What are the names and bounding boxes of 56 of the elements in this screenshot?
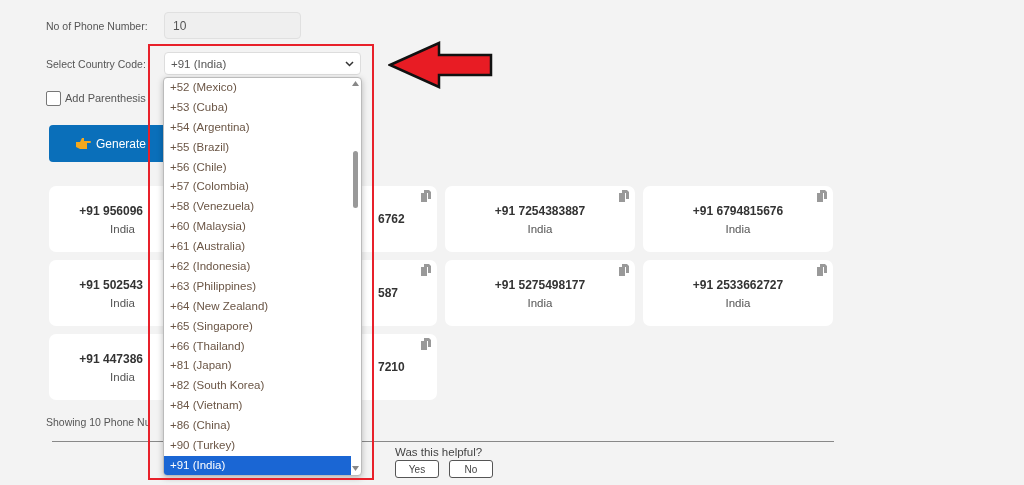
copy-icon[interactable] [421,264,431,276]
country-name: India [527,296,553,309]
dropdown-option[interactable]: +62 (Indonesia) [164,257,351,277]
phone-number: 587 [378,286,399,300]
phone-number: +91 502543 [79,277,143,292]
dropdown-option[interactable]: +52 (Mexico) [164,78,351,98]
dropdown-option[interactable]: +61 (Australia) [164,237,351,257]
count-input[interactable]: 10 [164,12,301,39]
chevron-down-icon [345,60,354,67]
feedback-button[interactable]: No [449,460,493,478]
phone-number: +91 447386 [79,351,143,366]
scrollbar-thumb[interactable] [353,151,358,208]
phone-number: +91 5275498177 [494,277,586,292]
dropdown-option[interactable]: +81 (Japan) [164,356,351,377]
dropdown-option[interactable]: +91 (India) [164,455,351,475]
country-name: India [110,222,135,235]
country-name: India [725,222,751,235]
dropdown-option[interactable]: +65 (Singapore) [164,316,351,337]
field-label: No of Phone Number: [46,19,149,32]
copy-icon[interactable] [421,338,431,350]
country-name: India [725,296,751,309]
phone-number: +91 7254383887 [494,203,586,218]
dropdown-option[interactable]: +82 (South Korea) [164,376,351,397]
field-label: Select Country Code: [46,57,147,70]
phone-number: 7210 [378,360,405,374]
phone-number: +91 956096 [79,203,143,218]
dropdown-option[interactable]: +60 (Malaysia) [164,217,351,238]
phone-number: +91 2533662727 [692,277,784,292]
country-name: India [110,296,135,309]
feedback-button[interactable]: Yes [395,460,439,478]
scroll-down-icon[interactable] [352,466,359,471]
dropdown-option[interactable]: +84 (Vietnam) [164,396,351,417]
dropdown-option[interactable]: +53 (Cuba) [164,97,351,118]
checkbox-label: Add Parenthesis [65,92,146,104]
copy-icon[interactable] [619,190,629,202]
dropdown-option[interactable]: +66 (Thailand) [164,336,351,357]
phone-number: +91 6794815676 [692,203,784,218]
dropdown-option[interactable]: +90 (Turkey) [164,436,351,456]
country-select[interactable]: +91 (India) [164,52,361,75]
scroll-up-icon[interactable] [352,81,359,86]
phone-number: 6762 [378,212,405,226]
dropdown-option[interactable]: +58 (Venezuela) [164,197,351,218]
copy-icon[interactable] [619,264,629,276]
country-name: India [110,370,135,383]
copy-icon[interactable] [421,190,431,202]
pointing-hand-icon [75,137,91,150]
copy-icon[interactable] [817,190,827,202]
dropdown-option[interactable]: +64 (New Zealand) [164,296,351,317]
feedback-question: Was this helpful? [395,446,484,458]
dropdown-option[interactable]: +63 (Philippines) [164,276,351,297]
dropdown-option[interactable]: +57 (Colombia) [164,177,351,198]
copy-icon[interactable] [817,264,827,276]
country-name: India [527,222,553,235]
arrow-icon [388,41,494,89]
checkbox[interactable] [46,90,61,106]
dropdown-option[interactable]: +86 (China) [164,416,351,437]
